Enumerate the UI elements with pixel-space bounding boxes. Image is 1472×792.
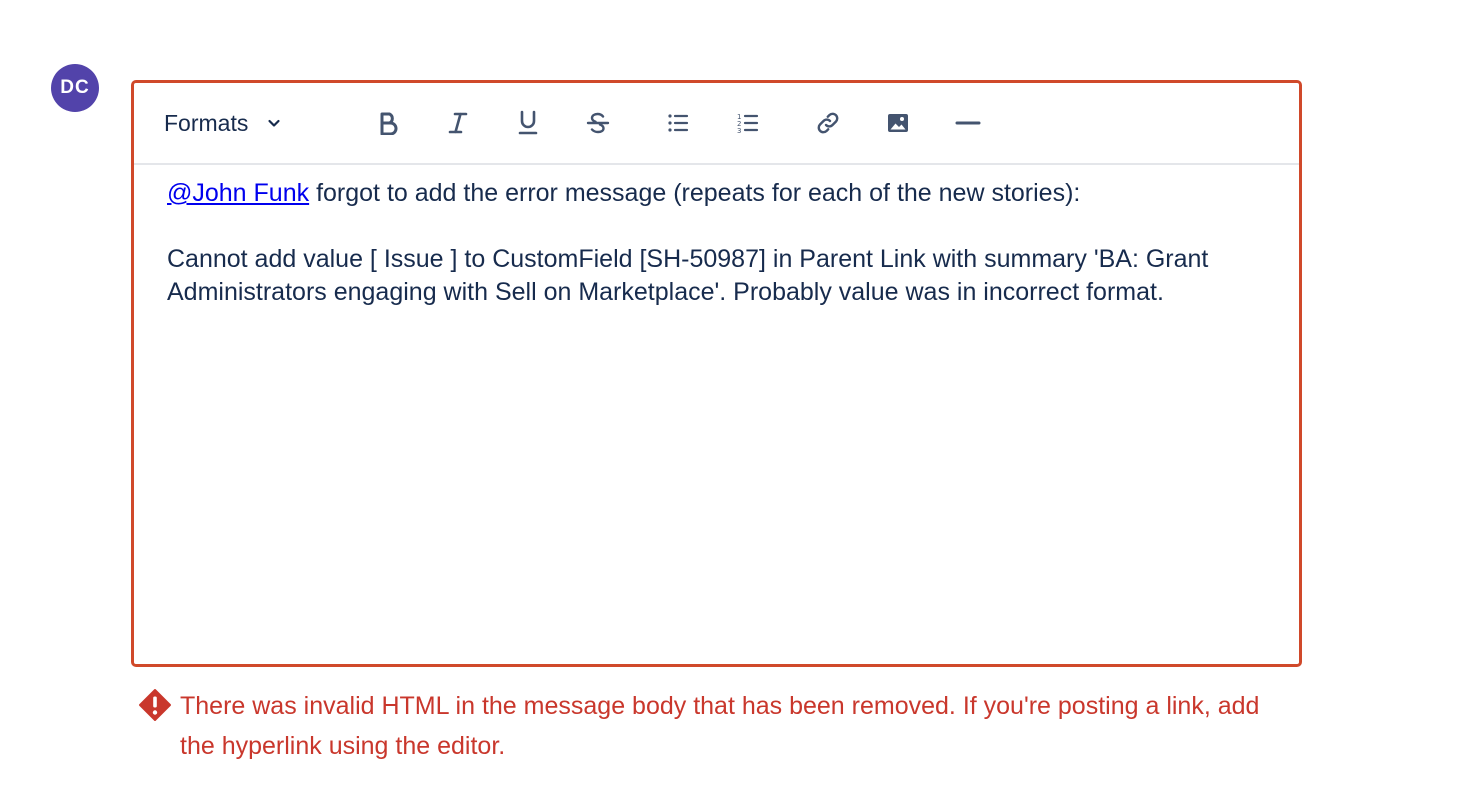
strikethrough-icon xyxy=(586,111,610,135)
bold-button[interactable] xyxy=(370,105,406,141)
svg-text:3: 3 xyxy=(737,127,741,135)
link-icon xyxy=(815,110,841,136)
editor-toolbar: Formats 1 2 3 xyxy=(134,83,1299,165)
formats-dropdown[interactable]: Formats xyxy=(164,105,304,141)
formats-label: Formats xyxy=(164,109,249,136)
image-icon xyxy=(886,111,910,135)
underline-icon xyxy=(517,110,539,136)
image-button[interactable] xyxy=(880,105,916,141)
avatar: DC xyxy=(51,64,99,112)
numbered-list-button[interactable]: 123 xyxy=(730,105,766,141)
strikethrough-button[interactable] xyxy=(580,105,616,141)
italic-button[interactable] xyxy=(440,105,476,141)
numbered-list-icon: 123 xyxy=(736,111,760,135)
comment-editor[interactable]: Formats 1 2 3 @John Funk forgot to add t… xyxy=(131,80,1302,667)
validation-error: There was invalid HTML in the message bo… xyxy=(138,686,1298,766)
editor-content[interactable]: @John Funk forgot to add the error messa… xyxy=(167,177,1269,309)
chevron-down-icon xyxy=(266,115,282,131)
link-button[interactable] xyxy=(810,105,846,141)
bullet-list-button[interactable] xyxy=(660,105,696,141)
bold-icon xyxy=(377,111,399,135)
user-mention-link[interactable]: @John Funk xyxy=(167,179,309,207)
content-line-1: @John Funk forgot to add the error messa… xyxy=(167,177,1269,210)
underline-button[interactable] xyxy=(510,105,546,141)
line-1-text: forgot to add the error message (repeats… xyxy=(309,179,1081,207)
error-message: There was invalid HTML in the message bo… xyxy=(180,692,1260,760)
horizontal-rule-icon xyxy=(955,111,981,135)
horizontal-rule-button[interactable] xyxy=(950,105,986,141)
error-paragraph: Cannot add value [ Issue ] to CustomFiel… xyxy=(167,245,1209,306)
bullet-list-icon xyxy=(666,111,690,135)
warning-icon xyxy=(138,688,172,734)
italic-icon xyxy=(447,111,469,135)
